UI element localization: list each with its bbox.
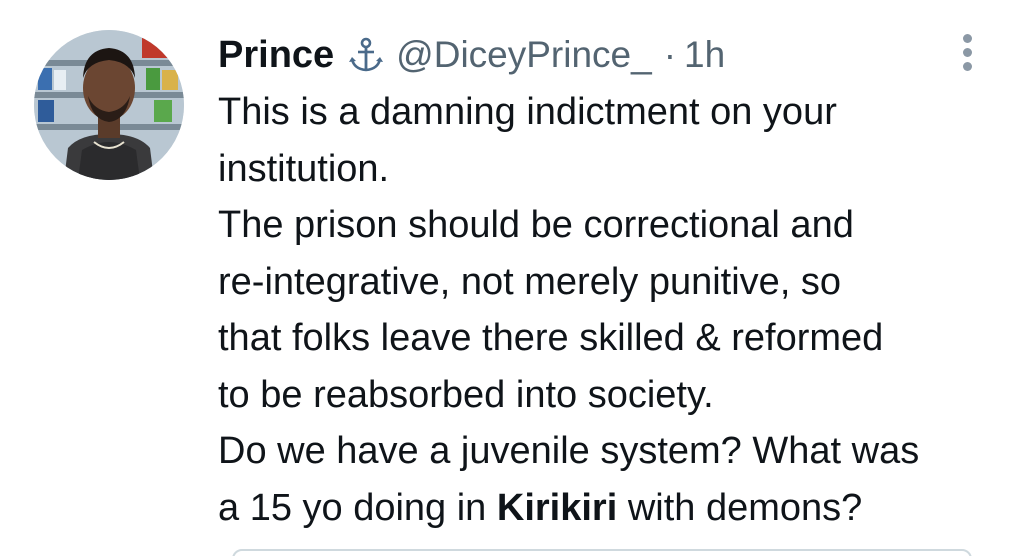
tweet-text-line: that folks leave there skilled & reforme… [218, 317, 884, 359]
tweet-text-line: a 15 yo doing in Kirikiri with demons? [218, 480, 1008, 537]
text-segment: a 15 yo doing in [218, 486, 497, 529]
tweet-text: This is a damning indictment on your ins… [218, 84, 1008, 536]
author-handle[interactable]: @DiceyPrince_ [396, 34, 652, 76]
tweet-text-line: to be reabsorbed into society. [218, 373, 714, 416]
tweet-text-line: The prison should be correctional and [218, 204, 854, 246]
avatar-image [34, 30, 184, 180]
tweet-text-line: Do we have a juvenile system? What was [218, 430, 920, 472]
tweet-header: Prince @DiceyPrince_ · 1h [218, 30, 725, 80]
bold-place-name: Kirikiri [496, 486, 618, 529]
embedded-card-edge[interactable] [232, 549, 972, 556]
tweet-timestamp[interactable]: 1h [684, 34, 725, 76]
more-vertical-icon [962, 34, 972, 43]
avatar[interactable] [34, 30, 184, 180]
anchor-icon [346, 35, 386, 75]
separator-dot: · [663, 34, 677, 75]
author-name[interactable]: Prince [218, 34, 334, 77]
tweet-text-line: institution. [218, 147, 390, 190]
tweet-text-line: This is a damning indictment on your [218, 91, 837, 133]
tweet-text-line: re-integrative, not merely punitive, so [218, 260, 842, 303]
more-options-button[interactable] [955, 34, 979, 74]
text-segment: with demons? [617, 486, 863, 529]
tweet: Prince @DiceyPrince_ · 1h This is a damn… [0, 0, 1024, 556]
